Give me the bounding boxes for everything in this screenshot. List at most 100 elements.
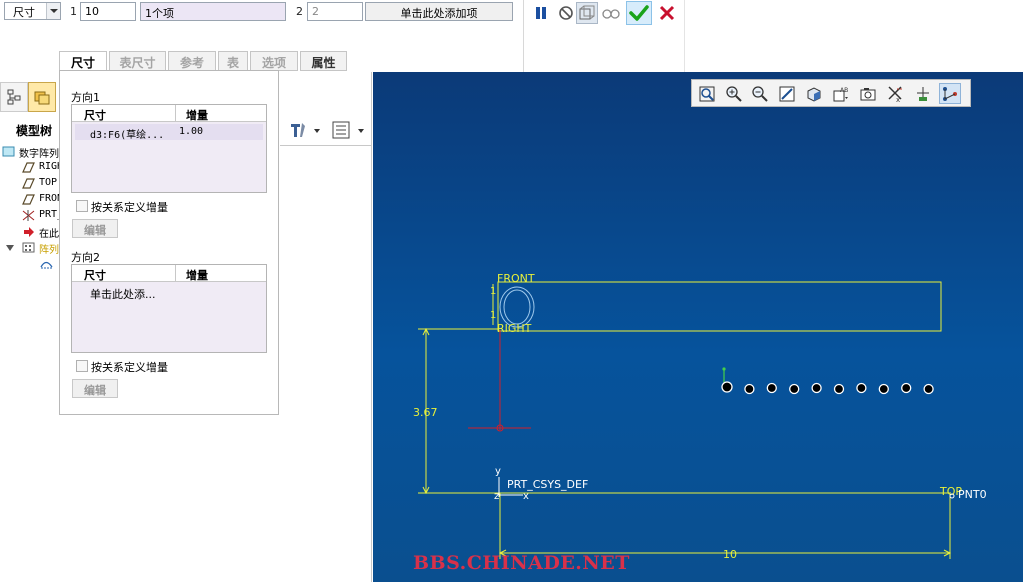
- cancel-button[interactable]: [656, 2, 678, 24]
- pattern-point-group: [721, 381, 934, 395]
- dimensions-panel: 方向1 尺寸 增量 d3:F6(草绘... 1.00 按关系定义增量 编辑 方向…: [59, 70, 279, 415]
- checkmark-icon: [629, 5, 649, 21]
- column-dimension: 尺寸: [84, 269, 106, 282]
- pattern-type-value: 尺寸: [13, 6, 35, 19]
- direction2-count-input[interactable]: [307, 2, 363, 21]
- row-increment[interactable]: 1.00: [179, 126, 203, 137]
- pattern-member-point[interactable]: [744, 383, 755, 395]
- chevron-down-icon[interactable]: [46, 3, 60, 19]
- direction1-title: 方向1: [71, 91, 100, 104]
- direction1-items-field[interactable]: 1个项: [140, 2, 286, 21]
- direction1-table: 尺寸 增量 d3:F6(草绘... 1.00: [71, 104, 267, 193]
- datum-plane-icon: [22, 162, 35, 173]
- pattern-member-point[interactable]: [923, 383, 934, 395]
- table-row[interactable]: d3:F6(草绘... 1.00: [75, 124, 263, 141]
- pause-button[interactable]: [530, 2, 552, 24]
- tree-tools: [280, 118, 372, 142]
- label-dim-small-2: 1: [490, 310, 496, 321]
- sketch-rectangle: [497, 281, 942, 332]
- direction2-edit-button[interactable]: 编辑: [72, 379, 118, 398]
- label-dim-small-1: 1: [490, 286, 496, 297]
- geometry-preview-button[interactable]: [576, 2, 598, 24]
- tab-folder-browser[interactable]: [28, 82, 56, 112]
- pattern-member-point[interactable]: [901, 382, 912, 394]
- tree-structure-icon: [7, 89, 21, 105]
- direction1-relation-label: 按关系定义增量: [91, 201, 168, 214]
- pattern-member-point[interactable]: [833, 383, 845, 395]
- tab-tables[interactable]: 表: [218, 51, 248, 71]
- label-y-axis: y: [495, 466, 501, 477]
- hammer-wrench-icon: [291, 123, 320, 137]
- geometry-preview-icon: [579, 5, 595, 20]
- glasses-icon: [602, 9, 620, 19]
- pattern-direction-marker: [722, 367, 726, 371]
- graphics-window[interactable]: AB x FRONT RIGHT 1 1 3.67 10 PRT_CSYS_DE…: [373, 72, 1023, 582]
- column-dimension: 尺寸: [84, 109, 106, 122]
- direction1-count-input[interactable]: [80, 2, 136, 21]
- chevron-down-icon[interactable]: [4, 242, 17, 253]
- close-icon: [659, 5, 675, 21]
- label-x-axis: x: [523, 491, 529, 502]
- pattern-icon: [22, 242, 35, 253]
- part-icon: [2, 146, 15, 157]
- column-increment: 增量: [186, 109, 208, 122]
- label-pnt0: PNT0: [958, 488, 987, 501]
- tab-dimensions[interactable]: 尺寸: [59, 51, 107, 71]
- navigator-tabs: [0, 82, 60, 112]
- list-icon: [332, 121, 364, 139]
- label-z-axis: z: [494, 491, 499, 502]
- folder-icon: [34, 91, 50, 105]
- model-geometry: FRONT RIGHT 1 1 3.67 10 PRT_CSYS_DEF y z…: [413, 272, 987, 561]
- pattern-member-point[interactable]: [766, 382, 777, 394]
- toolbar-separator: [523, 0, 524, 72]
- toolbar-separator: [684, 0, 685, 72]
- direction2-title: 方向2: [71, 251, 100, 264]
- no-preview-icon: [559, 6, 573, 20]
- label-csys: PRT_CSYS_DEF: [507, 478, 588, 491]
- sketch-icon: [40, 261, 53, 269]
- direction2-relation-label: 按关系定义增量: [91, 361, 168, 374]
- direction2-add-items-field[interactable]: 单击此处添加项: [365, 2, 513, 21]
- direction1-edit-button[interactable]: 编辑: [72, 219, 118, 238]
- direction1-label: 1: [70, 5, 77, 18]
- direction2-label: 2: [296, 5, 303, 18]
- datum-plane-icon: [22, 194, 35, 205]
- insert-arrow-icon: [24, 227, 34, 237]
- column-increment: 增量: [186, 269, 208, 282]
- pause-icon: [536, 7, 546, 19]
- tab-references[interactable]: 参考: [168, 51, 216, 71]
- pattern-member-point[interactable]: [789, 383, 800, 395]
- tree-tools-divider: [280, 145, 372, 146]
- direction2-add-placeholder[interactable]: 单击此处添...: [90, 286, 156, 302]
- pattern-member-point[interactable]: [878, 383, 889, 395]
- pattern-member-point[interactable]: [856, 382, 867, 394]
- pattern-member-point[interactable]: [811, 382, 822, 394]
- table-header: 尺寸 增量: [72, 265, 266, 282]
- pattern-member-point[interactable]: [721, 381, 733, 393]
- tab-model-tree[interactable]: [0, 82, 28, 112]
- pane-divider: [371, 72, 372, 582]
- label-right: RIGHT: [497, 322, 532, 335]
- pattern-dashboard: 尺寸 1 1个项 2 单击此处添加项 尺寸 表尺寸 参考 表 选项 属性: [0, 0, 1023, 72]
- tab-options[interactable]: 选项: [250, 51, 298, 71]
- watermark: BBS.CHINADE.NET: [413, 552, 630, 574]
- label-front: FRONT: [497, 272, 535, 285]
- dimension-horizontal-value[interactable]: 10: [723, 548, 737, 561]
- direction2-table: 尺寸 增量 单击此处添...: [71, 264, 267, 353]
- dimension-vertical-value[interactable]: 3.67: [413, 406, 438, 419]
- tree-show-button[interactable]: [330, 120, 370, 140]
- tree-settings-button[interactable]: [288, 120, 322, 140]
- pattern-type-select[interactable]: 尺寸: [4, 2, 61, 20]
- direction2-relation-checkbox[interactable]: [76, 360, 88, 372]
- confirm-button[interactable]: [626, 1, 652, 25]
- table-header: 尺寸 增量: [72, 105, 266, 122]
- csys-icon: [22, 210, 35, 221]
- direction1-relation-checkbox[interactable]: [76, 200, 88, 212]
- sketch-ellipse: [499, 286, 535, 328]
- tab-table-dimensions[interactable]: 表尺寸: [109, 51, 166, 71]
- model-tree-title: 模型树: [16, 124, 53, 138]
- tab-properties[interactable]: 属性: [300, 51, 347, 71]
- no-preview-button[interactable]: [555, 2, 577, 24]
- verify-button[interactable]: [600, 2, 622, 24]
- sketch-ellipse: [503, 289, 531, 325]
